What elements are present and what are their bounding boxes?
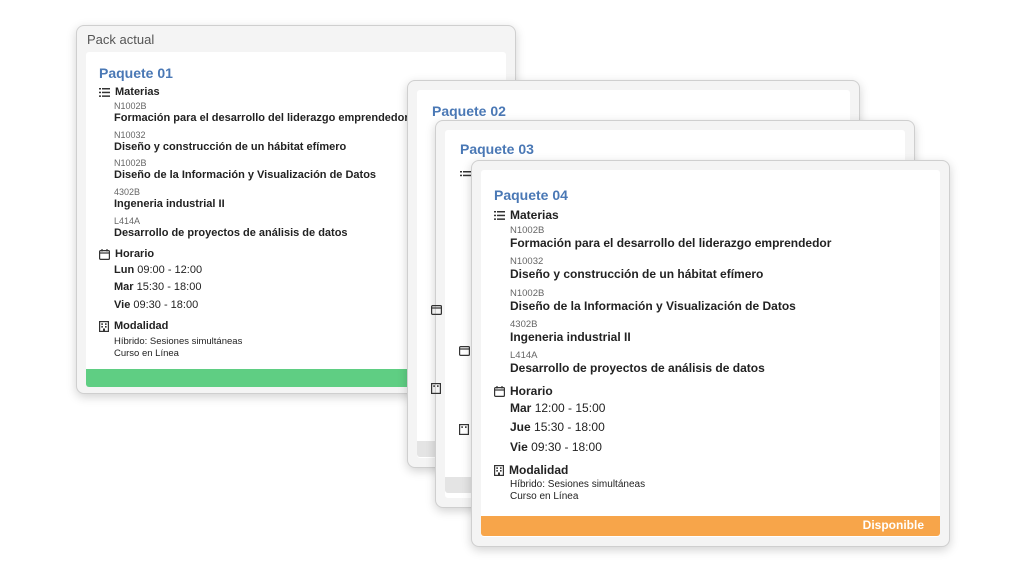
calendar-icon bbox=[99, 248, 110, 260]
modalidad-value: Curso en Línea bbox=[114, 348, 179, 359]
subject-code: N10032 bbox=[510, 256, 544, 267]
subject-code: L414A bbox=[510, 350, 538, 361]
schedule-row: Vie 09:30 - 18:00 bbox=[510, 440, 602, 454]
subject-code: N1002B bbox=[510, 225, 545, 236]
package-title: Paquete 03 bbox=[460, 141, 534, 157]
subject-code: 4302B bbox=[114, 187, 141, 197]
schedule-day: Vie bbox=[510, 440, 528, 454]
subject-name: Desarrollo de proyectos de análisis de d… bbox=[114, 227, 348, 239]
package-title: Paquete 02 bbox=[432, 103, 506, 119]
building-icon bbox=[431, 383, 441, 394]
schedule-time: 09:30 - 18:00 bbox=[531, 440, 602, 454]
list-icon bbox=[494, 210, 505, 220]
horario-label: Horario bbox=[510, 384, 553, 398]
horario-heading: Horario bbox=[99, 248, 154, 260]
schedule-row: Mar 12:00 - 15:00 bbox=[510, 401, 605, 415]
stage: Pack actual Paquete 01 Materias N1002B F… bbox=[0, 0, 1024, 573]
horario-heading: Horario bbox=[494, 384, 553, 398]
building-icon bbox=[99, 320, 109, 332]
subject-name: Diseño y construcción de un hábitat efím… bbox=[510, 267, 764, 281]
schedule-time: 09:00 - 12:00 bbox=[137, 264, 203, 276]
schedule-day: Jue bbox=[510, 420, 531, 434]
schedule-time: 09:30 - 18:00 bbox=[133, 299, 199, 311]
package-title: Paquete 01 bbox=[99, 65, 173, 81]
modalidad-label: Modalidad bbox=[114, 320, 169, 332]
building-icon bbox=[494, 464, 504, 476]
schedule-day: Vie bbox=[114, 299, 131, 311]
status-bar: Disponible bbox=[481, 516, 940, 536]
modalidad-heading: Modalidad bbox=[494, 463, 568, 477]
package-title: Paquete 04 bbox=[494, 187, 568, 203]
materias-heading: Materias bbox=[99, 86, 160, 98]
modalidad-label: Modalidad bbox=[509, 463, 569, 477]
subject-code: N1002B bbox=[510, 288, 545, 299]
schedule-row: Lun 09:00 - 12:00 bbox=[114, 264, 202, 276]
subject-name: Ingeneria industrial II bbox=[114, 198, 225, 210]
modalidad-value: Híbrido: Sesiones simultáneas bbox=[510, 479, 646, 490]
subject-name: Diseño de la Información y Visualización… bbox=[114, 169, 377, 181]
materias-heading: Materias bbox=[494, 208, 559, 222]
schedule-row: Jue 15:30 - 18:00 bbox=[510, 420, 605, 434]
materias-label: Materias bbox=[115, 86, 160, 98]
schedule-row: Vie 09:30 - 18:00 bbox=[114, 299, 198, 311]
subject-code: N1002B bbox=[114, 101, 147, 111]
modalidad-heading: Modalidad bbox=[99, 320, 168, 332]
subject-name: Desarrollo de proyectos de análisis de d… bbox=[510, 361, 765, 375]
schedule-time: 15:30 - 18:00 bbox=[136, 281, 202, 293]
schedule-time: 12:00 - 15:00 bbox=[534, 401, 606, 415]
subject-code: L414A bbox=[114, 216, 141, 226]
package-card-04[interactable]: Paquete 04 Materias N1002B Formación par… bbox=[471, 160, 950, 547]
horario-label: Horario bbox=[115, 248, 155, 260]
subject-name: Ingeneria industrial II bbox=[510, 330, 631, 344]
calendar-icon bbox=[494, 385, 505, 397]
subject-name: Formación para el desarrollo del lideraz… bbox=[114, 112, 409, 124]
schedule-day: Mar bbox=[114, 281, 134, 293]
subject-code: 4302B bbox=[510, 319, 538, 330]
schedule-day: Mar bbox=[510, 401, 532, 415]
list-icon bbox=[99, 87, 110, 97]
subject-name: Diseño de la Información y Visualización… bbox=[510, 299, 796, 313]
materias-label: Materias bbox=[510, 208, 559, 222]
building-icon bbox=[459, 424, 469, 435]
subject-name: Formación para el desarrollo del lideraz… bbox=[510, 236, 832, 250]
status-label: Disponible bbox=[862, 518, 924, 532]
frame-title: Pack actual bbox=[87, 32, 155, 47]
modalidad-value: Curso en Línea bbox=[510, 491, 579, 502]
subject-name: Diseño y construcción de un hábitat efím… bbox=[114, 141, 347, 153]
schedule-day: Lun bbox=[114, 264, 135, 276]
schedule-row: Mar 15:30 - 18:00 bbox=[114, 281, 201, 293]
modalidad-value: Híbrido: Sesiones simultáneas bbox=[114, 336, 243, 347]
calendar-icon bbox=[431, 305, 442, 315]
subject-code: N1002B bbox=[114, 158, 147, 168]
calendar-icon bbox=[459, 346, 470, 356]
subject-code: N10032 bbox=[114, 130, 146, 140]
schedule-time: 15:30 - 18:00 bbox=[534, 420, 605, 434]
list-icon bbox=[460, 171, 471, 177]
